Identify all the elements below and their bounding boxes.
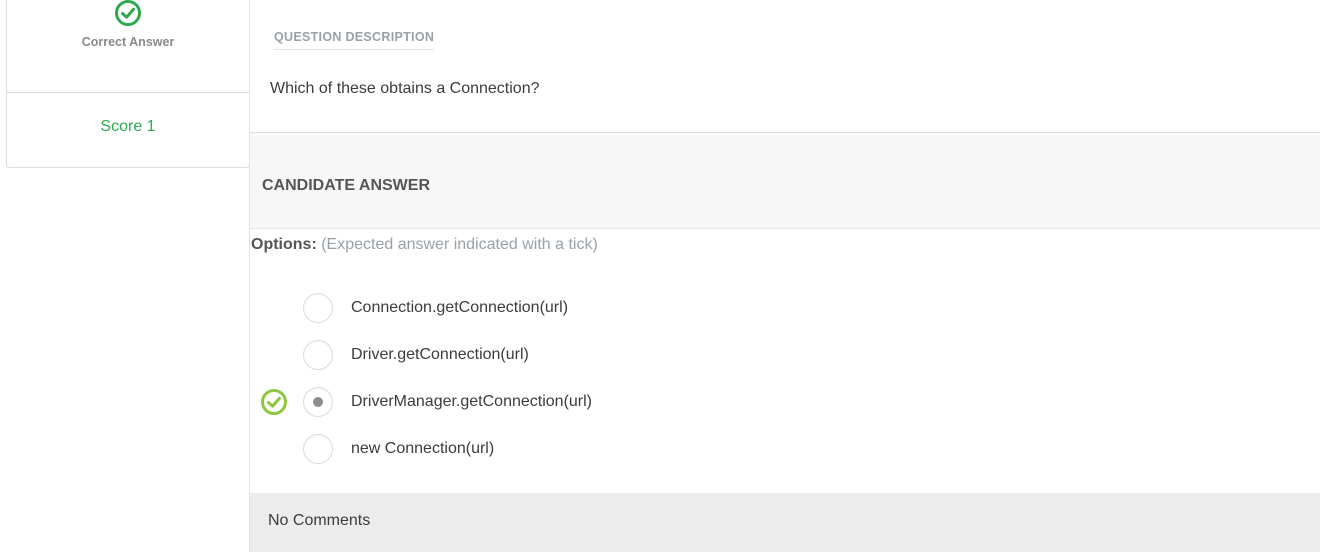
option-label: Driver.getConnection(url) (351, 346, 529, 363)
status-card: Correct Answer Score 1 (6, 0, 250, 168)
options-label: Options: (251, 236, 317, 253)
candidate-answer-title: CANDIDATE ANSWER (262, 177, 430, 194)
score-text: Score 1 (100, 118, 156, 135)
check-circle-icon (115, 0, 141, 26)
comments-bar: No Comments (250, 493, 1320, 552)
candidate-answer-header: CANDIDATE ANSWER (250, 132, 1320, 229)
comments-text: No Comments (268, 512, 371, 529)
option-radio[interactable] (303, 434, 333, 464)
option-radio-selected[interactable] (303, 387, 333, 417)
status-label: Correct Answer (81, 35, 175, 49)
options-heading: Options: (Expected answer indicated with… (251, 236, 598, 254)
question-text: Which of these obtains a Connection? (270, 80, 540, 97)
status-summary: Correct Answer (7, 0, 249, 93)
options-hint: (Expected answer indicated with a tick) (321, 236, 598, 253)
option-radio[interactable] (303, 340, 333, 370)
expected-answer-tick-icon (261, 389, 287, 415)
question-panel: QUESTION DESCRIPTION Which of these obta… (249, 0, 1320, 552)
option-label: Connection.getConnection(url) (351, 299, 569, 316)
option-radio[interactable] (303, 293, 333, 323)
option-label: DriverManager.getConnection(url) (351, 393, 592, 410)
option-label: new Connection(url) (351, 440, 495, 457)
question-section-label: QUESTION DESCRIPTION (274, 30, 435, 50)
